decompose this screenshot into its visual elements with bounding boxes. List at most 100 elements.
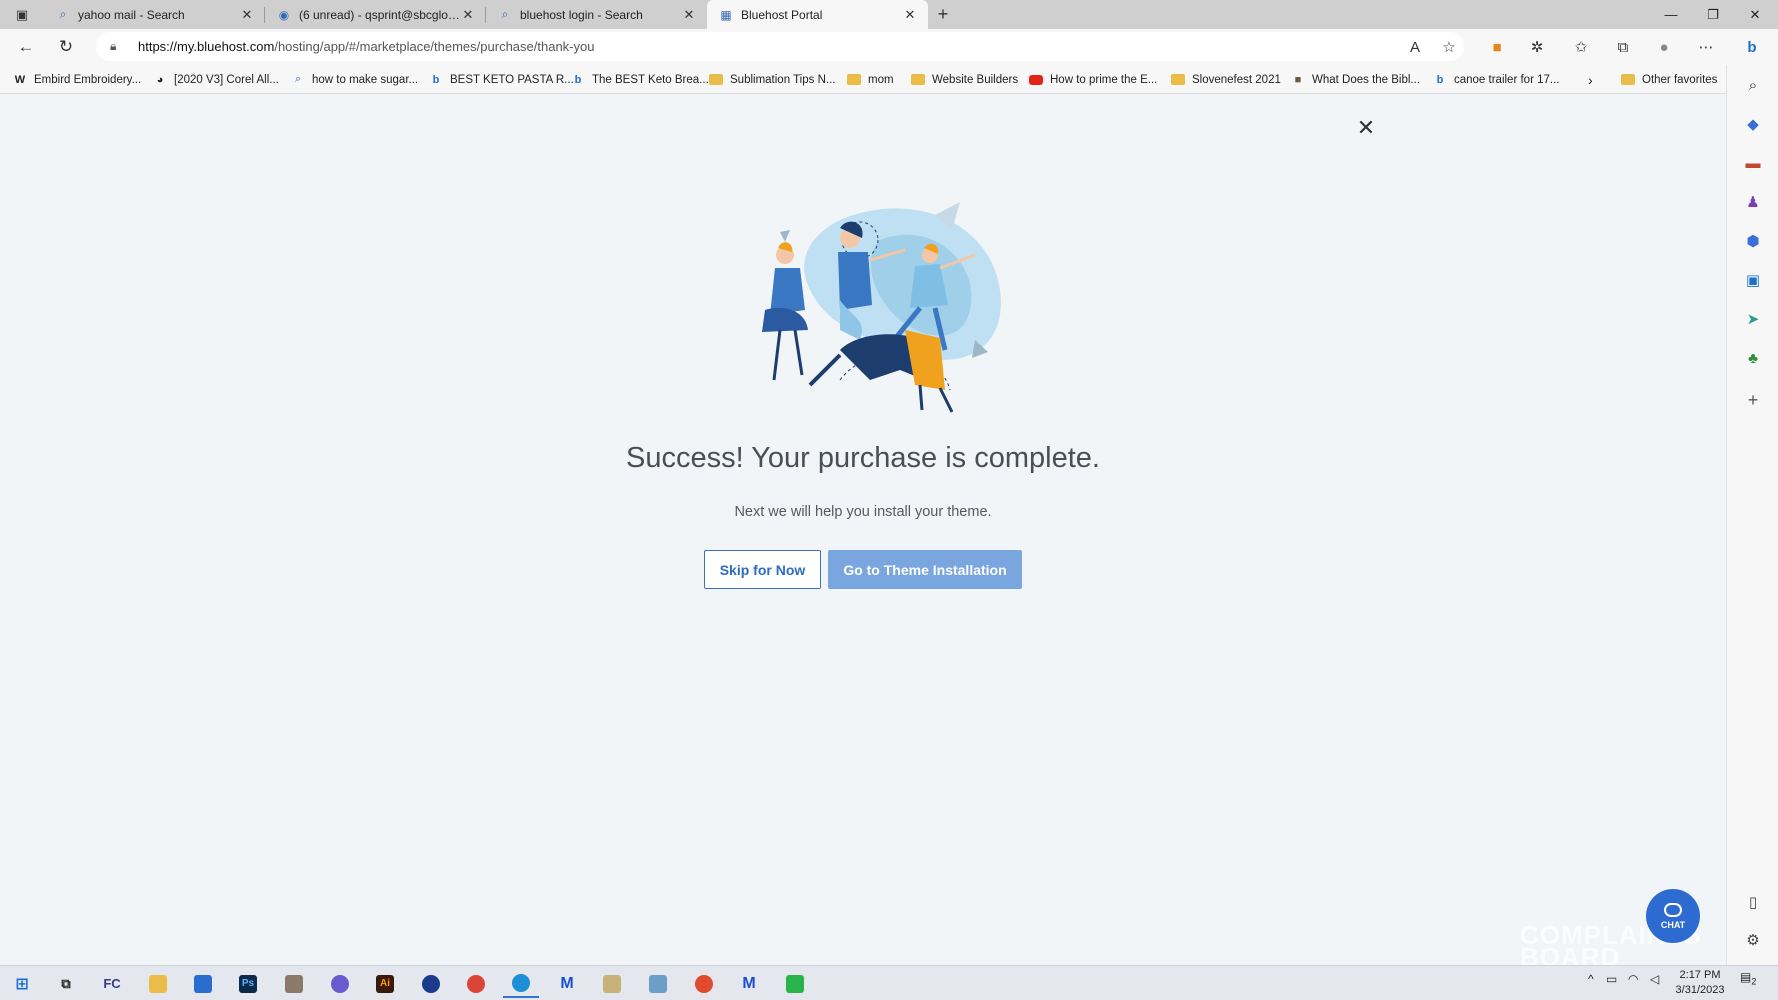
- notification-count: 2: [1751, 976, 1757, 987]
- folder-icon: [910, 73, 926, 87]
- app-blue-icon[interactable]: [413, 969, 449, 998]
- tray-chevron-icon[interactable]: ^: [1588, 972, 1594, 986]
- favorite-slovenefest[interactable]: Slovenefest 2021: [1170, 65, 1281, 94]
- app-fc-icon[interactable]: FC: [94, 969, 130, 998]
- illustrator-icon[interactable]: Ai: [367, 969, 403, 998]
- bing-icon: b: [432, 73, 440, 86]
- chrome-icon[interactable]: [458, 969, 494, 998]
- sidebar-games-icon[interactable]: ♟: [1727, 185, 1778, 219]
- folder-icon: [708, 73, 724, 87]
- url-path: /hosting/app/#/marketplace/themes/purcha…: [274, 39, 595, 54]
- favorites-icon[interactable]: ✩: [1565, 29, 1597, 65]
- add-favorite-icon[interactable]: ☆: [1433, 29, 1465, 65]
- system-clock[interactable]: 2:17 PM 3/31/2023: [1672, 968, 1728, 998]
- chat-label: CHAT: [1660, 919, 1686, 930]
- page-title: Success! Your purchase is complete.: [626, 442, 1100, 474]
- bluehost-grid-icon: ▦: [720, 7, 732, 22]
- image-icon: ■: [1294, 73, 1302, 86]
- folder-icon: [1170, 73, 1186, 87]
- page-content: ✕ Success! Your purchase is complete. Ne…: [0, 94, 1726, 970]
- tab-yahoo-mail-search[interactable]: ⌕ yahoo mail - Search ✕: [44, 0, 265, 29]
- skip-for-now-button[interactable]: Skip for Now: [704, 550, 821, 589]
- other-favorites[interactable]: Other favorites: [1620, 65, 1717, 94]
- tab-close-icon[interactable]: ✕: [239, 7, 255, 23]
- wifi-icon[interactable]: ◠: [1628, 972, 1638, 986]
- favorites-bar: W Embird Embroidery... ◕ [2020 V3] Corel…: [0, 65, 1726, 94]
- tab-strip: ▣ ⌕ yahoo mail - Search ✕ ◉ (6 unread) -…: [0, 0, 1778, 29]
- favorite-sublimation[interactable]: Sublimation Tips N...: [708, 65, 835, 94]
- youtube-icon: [1028, 73, 1044, 87]
- sidebar-add-icon[interactable]: +: [1727, 383, 1778, 417]
- sidebar-settings-icon[interactable]: ⚙: [1727, 923, 1778, 957]
- favorite-website-builders[interactable]: Website Builders: [910, 65, 1018, 94]
- favorite-bible[interactable]: ■ What Does the Bibl...: [1290, 65, 1420, 94]
- favorites-overflow-chevron-icon[interactable]: ›: [1588, 65, 1593, 94]
- file-explorer-icon[interactable]: [140, 969, 176, 998]
- back-arrow-icon[interactable]: ←: [6, 29, 46, 65]
- tab-close-icon[interactable]: ✕: [460, 7, 476, 23]
- battery-icon[interactable]: ▭: [1606, 972, 1617, 986]
- favorite-sugar[interactable]: ⌕ how to make sugar...: [290, 65, 418, 94]
- tab-close-icon[interactable]: ✕: [681, 7, 697, 23]
- search-icon: ⌕: [59, 7, 67, 21]
- go-to-theme-installation-button[interactable]: Go to Theme Installation: [828, 550, 1022, 589]
- tab-unread-mail[interactable]: ◉ (6 unread) - qsprint@sbcglobal.net ✕: [265, 0, 486, 29]
- volume-icon[interactable]: ◁: [1650, 972, 1659, 986]
- favorite-mom[interactable]: mom: [846, 65, 894, 94]
- sidebar-shopping-icon[interactable]: ◆: [1727, 107, 1778, 141]
- sidebar-tools-icon[interactable]: ▬: [1727, 146, 1778, 180]
- tab-bluehost-login-search[interactable]: ⌕ bluehost login - Search ✕: [486, 0, 707, 29]
- favorite-canoe[interactable]: b canoe trailer for 17...: [1432, 65, 1560, 94]
- favorite-keto-bread[interactable]: b The BEST Keto Brea...: [570, 65, 709, 94]
- paint-icon[interactable]: [594, 969, 630, 998]
- restore-icon[interactable]: ❐: [1692, 0, 1734, 29]
- favorite-prime[interactable]: How to prime the E...: [1028, 65, 1157, 94]
- windows-start-icon[interactable]: ⊞: [4, 969, 40, 998]
- minimize-icon[interactable]: —: [1650, 0, 1692, 29]
- bing-icon: b: [1436, 73, 1444, 86]
- app-generic-icon[interactable]: [276, 969, 312, 998]
- malwarebytes-2-icon[interactable]: M: [731, 969, 767, 998]
- favorite-corel[interactable]: ◕ [2020 V3] Corel All...: [152, 65, 279, 94]
- sidebar-drop-icon[interactable]: ➤: [1727, 302, 1778, 336]
- notification-center-icon[interactable]: ▤2: [1740, 970, 1756, 986]
- favorite-keto-pasta[interactable]: b BEST KETO PASTA R...: [428, 65, 574, 94]
- collections-icon[interactable]: ⧉: [1607, 29, 1639, 65]
- photoshop-icon[interactable]: Ps: [230, 969, 266, 998]
- tab-bluehost-portal[interactable]: ▦ Bluehost Portal ✕: [707, 0, 928, 29]
- chat-button[interactable]: CHAT: [1646, 889, 1700, 943]
- chat-bubble-icon: [1664, 902, 1682, 917]
- app-settings-icon[interactable]: [322, 969, 358, 998]
- sidebar-outlook-icon[interactable]: ▣: [1727, 263, 1778, 297]
- profile-avatar-icon[interactable]: ●: [1648, 29, 1680, 65]
- edge-icon[interactable]: [503, 969, 539, 998]
- sidebar-office-icon[interactable]: ⬢: [1727, 224, 1778, 258]
- tab-actions-menu-icon[interactable]: ▣: [0, 0, 44, 29]
- refresh-icon[interactable]: ↻: [46, 29, 86, 65]
- extension-icon[interactable]: ■: [1481, 29, 1513, 65]
- clock-date: 3/31/2023: [1675, 984, 1725, 996]
- favorite-embird[interactable]: W Embird Embroidery...: [12, 65, 141, 94]
- close-icon[interactable]: ✕: [1354, 115, 1378, 140]
- edge-sidebar: ⌕ ◆ ▬ ♟ ⬢ ▣ ➤ ♣ + ▯ ⚙: [1726, 65, 1778, 965]
- task-view-icon[interactable]: ⧉: [48, 969, 84, 998]
- sidebar-search-icon[interactable]: ⌕: [1727, 68, 1778, 102]
- more-menu-icon[interactable]: ⋯: [1690, 29, 1722, 65]
- new-tab-button[interactable]: +: [928, 0, 958, 29]
- tab-label: Bluehost Portal: [741, 7, 823, 22]
- app-stack-icon[interactable]: [640, 969, 676, 998]
- read-aloud-icon[interactable]: A: [1399, 29, 1431, 65]
- store-icon[interactable]: [185, 969, 221, 998]
- tab-close-icon[interactable]: ✕: [902, 7, 918, 23]
- bing-copilot-icon[interactable]: b: [1736, 29, 1768, 65]
- extensions-puzzle-icon[interactable]: ✲: [1521, 29, 1553, 65]
- malwarebytes-icon[interactable]: M: [549, 969, 585, 998]
- window-close-icon[interactable]: ✕: [1734, 0, 1776, 29]
- address-bar[interactable]: 🔒︎ https://my.bluehost.com/hosting/app/#…: [96, 32, 1464, 61]
- sidebar-tree-icon[interactable]: ♣: [1727, 341, 1778, 375]
- app-green-icon[interactable]: [777, 969, 813, 998]
- sidebar-panel-icon[interactable]: ▯: [1727, 885, 1778, 919]
- app-swirl-icon[interactable]: [686, 969, 722, 998]
- windows-taskbar: ⊞ ⧉ FC Ps Ai M M ^ ▭ ◠ ◁ 2:17 PM 3/31/20…: [0, 965, 1778, 1000]
- tab-label: bluehost login - Search: [520, 7, 643, 22]
